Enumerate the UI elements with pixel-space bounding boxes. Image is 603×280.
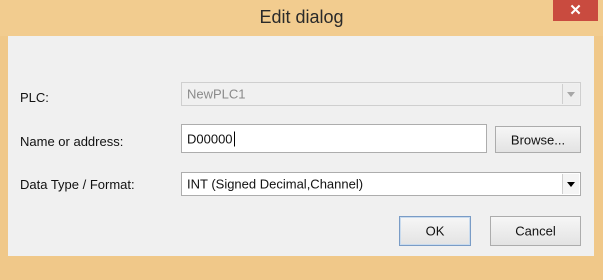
plc-value: NewPLC1 bbox=[187, 86, 246, 102]
cancel-button[interactable]: Cancel bbox=[490, 216, 581, 246]
browse-button[interactable]: Browse... bbox=[495, 126, 581, 153]
cancel-button-label: Cancel bbox=[515, 223, 556, 239]
name-label: Name or address: bbox=[20, 134, 124, 149]
data-type-label: Data Type / Format: bbox=[20, 177, 135, 192]
ok-button[interactable]: OK bbox=[399, 216, 471, 246]
name-address-input[interactable]: D00000 bbox=[181, 124, 487, 153]
close-button[interactable]: ✕ bbox=[553, 0, 598, 21]
plc-label: PLC: bbox=[20, 90, 49, 105]
window-title: Edit dialog bbox=[259, 7, 344, 27]
ok-button-label: OK bbox=[425, 223, 445, 239]
name-address-value: D00000 bbox=[187, 131, 233, 146]
title-bar[interactable]: Edit dialog ✕ bbox=[0, 0, 603, 36]
edit-dialog-window: Edit dialog ✕ PLC: NewPLC1 Name or addre… bbox=[0, 0, 603, 280]
chevron-down-icon bbox=[567, 92, 575, 97]
window-bottom-border bbox=[0, 256, 603, 280]
chevron-down-icon bbox=[567, 182, 575, 187]
plc-dropdown-button bbox=[562, 84, 579, 104]
close-icon: ✕ bbox=[569, 2, 582, 19]
plc-select: NewPLC1 bbox=[181, 82, 581, 106]
dialog-client-area: PLC: NewPLC1 Name or address: D00000 Bro… bbox=[8, 36, 594, 256]
data-type-dropdown-button[interactable] bbox=[562, 174, 579, 194]
data-type-value: INT (Signed Decimal,Channel) bbox=[187, 176, 364, 192]
text-caret bbox=[233, 131, 235, 146]
browse-button-label: Browse... bbox=[510, 132, 566, 147]
data-type-select[interactable]: INT (Signed Decimal,Channel) bbox=[181, 172, 581, 196]
